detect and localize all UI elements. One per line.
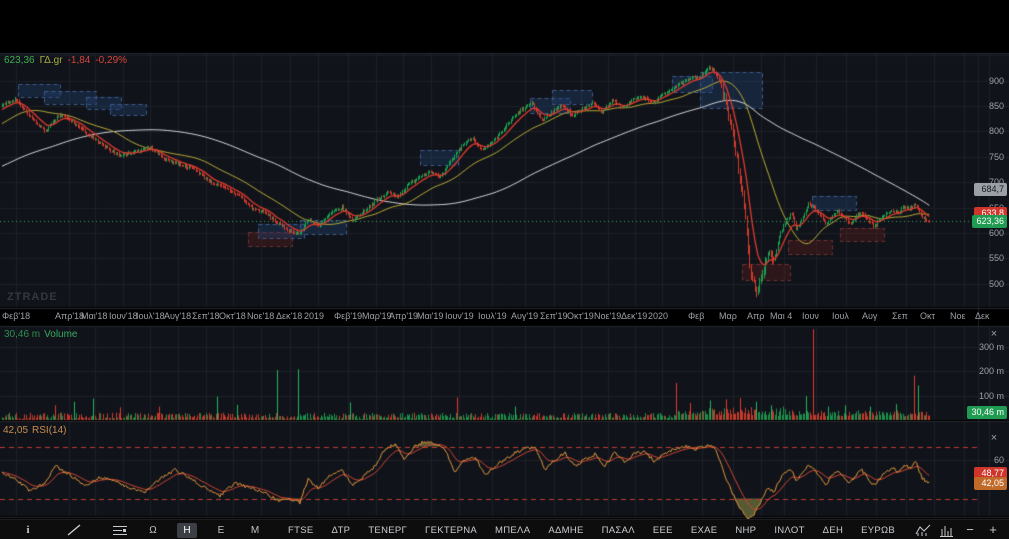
time-tick-label: Απρ [747,311,764,321]
volume-tick-label: 200 m [964,366,1004,376]
indicators-tool[interactable] [110,522,130,538]
time-tick-label: Δεκ'19 [621,311,647,321]
zoom-out-button[interactable]: − [962,522,978,538]
timeframe-E[interactable]: E [211,523,231,538]
volume-tick-label: 300 m [964,342,1004,352]
time-tick-label: Αυγ'18 [164,311,191,321]
instrument-tab-ΓΕΚΤΕΡΝΑ[interactable]: ΓΕΚΤΕΡΝΑ [416,523,486,538]
price-tick-label: 800 [964,126,1004,136]
time-tick-label: Φεβ'18 [2,311,30,321]
volume-pane-close-button[interactable]: × [987,328,1001,340]
rsi-indicator-legend: 42,05 RSI(14) [3,425,66,436]
volume-toggle-button[interactable] [939,523,955,537]
symbol-name[interactable]: ΓΔ.gr [40,55,63,66]
time-tick-label: Οκτ [920,311,935,321]
instrument-tab-ΜΠΕΛΑ[interactable]: ΜΠΕΛΑ [486,523,539,538]
instrument-tab-ΔΤΡ[interactable]: ΔΤΡ [322,523,359,538]
time-tick-label: Οκτ'18 [219,311,246,321]
volume-indicator-name[interactable]: Volume [44,329,77,340]
time-tick-label: Μαι'19 [417,311,443,321]
time-tick-label: Νοε'18 [247,311,274,321]
time-tick-label: Αυγ [862,311,877,321]
instrument-tab-ΠΑΣΑΛ[interactable]: ΠΑΣΑΛ [593,523,644,538]
zoom-in-button[interactable]: + [985,522,1001,538]
rsi-current-value: 42,05 [3,425,28,436]
time-tick-label: Ιουλ [832,311,849,321]
price-change: -1,84 [68,55,91,66]
timeframe-M[interactable]: M [245,523,265,538]
chart-canvas[interactable] [0,0,1009,519]
time-tick-label: 2019 [304,311,324,321]
time-tick-label: 2020 [648,311,668,321]
time-tick-label: Απρ'19 [389,311,418,321]
price-tick-label: 850 [964,101,1004,111]
time-tick-label: Δεκ [975,311,990,321]
price-tick-label: 900 [964,76,1004,86]
time-tick-label: Φεβ'19 [334,311,362,321]
rsi-tick-label: 60 [964,455,1004,465]
volume-value-badge: 30,46 m [967,406,1007,419]
histogram-icon [939,523,955,537]
last-price-badge: 623,36 [972,215,1007,228]
time-tick-label: Νοε'19 [594,311,621,321]
time-tick-label: Σεπ [892,311,908,321]
price-tick-label: 550 [964,253,1004,263]
time-tick-label: Μαι'18 [81,311,107,321]
rsi-value-badge: 42,05 [974,477,1007,490]
instrument-tab-ΝΗΡ[interactable]: ΝΗΡ [726,523,765,538]
rsi-pane-close-button[interactable]: × [987,432,1001,444]
platform-watermark: ZTRADE [7,291,58,303]
scale-mode-button[interactable] [915,523,932,537]
price-change-percent: -0,29% [95,55,127,66]
line-scale-icon [915,523,932,537]
instrument-tab-ΙΝΛΟΤ[interactable]: ΙΝΛΟΤ [765,523,813,538]
trading-terminal: 623,36 ΓΔ.gr -1,84 -0,29% 30,46 m Volume… [0,0,1009,539]
time-tick-label: Φεβ [688,311,704,321]
time-tick-label: Ιουλ'18 [136,311,165,321]
info-icon[interactable]: i [18,522,38,538]
time-tick-label: Δεκ'18 [276,311,302,321]
time-tick-label: Μαι 4 [770,311,792,321]
timeframe-Ω[interactable]: Ω [143,523,163,538]
time-tick-label: Ιουν [802,311,819,321]
time-tick-label: Μαρ'19 [362,311,392,321]
trendline-icon [66,523,82,537]
instrument-tab-ΔΕΗ[interactable]: ΔΕΗ [814,523,852,538]
instrument-tab-ΕΧΑΕ[interactable]: ΕΧΑΕ [682,523,727,538]
instrument-tab-FTSE[interactable]: FTSE [279,523,322,538]
info-glyph: i [26,524,29,536]
time-tick-label: Ιουλ'19 [478,311,507,321]
instrument-tab-ΕΥΡΩΒ[interactable]: ΕΥΡΩΒ [852,523,904,538]
time-tick-label: Σεπ'19 [540,311,568,321]
timeframe-H[interactable]: H [177,523,197,538]
time-tick-label: Σεπ'18 [192,311,220,321]
instrument-tab-ΤΕΝΕΡΓ[interactable]: ΤΕΝΕΡΓ [359,523,416,538]
rsi-indicator-name[interactable]: RSI(14) [32,425,66,436]
time-tick-label: Νοε [950,311,966,321]
trendline-tool[interactable] [64,522,84,538]
instrument-tab-ΕΕΕ[interactable]: ΕΕΕ [644,523,682,538]
ma-value-badge: 684,7 [974,183,1007,196]
time-tick-label: Οκτ'19 [567,311,594,321]
time-tick-label: Ιουν'19 [445,311,474,321]
price-tick-label: 750 [964,152,1004,162]
volume-tick-label: 100 m [964,391,1004,401]
time-tick-label: Αυγ'19 [511,311,538,321]
time-tick-label: Μαρ [719,311,737,321]
volume-current-value: 30,46 m [4,329,40,340]
time-tick-label: Ιουν'18 [109,311,138,321]
instrument-tab-ΑΔΜΗΕ[interactable]: ΑΔΜΗΕ [539,523,592,538]
price-tick-label: 500 [964,279,1004,289]
last-price: 623,36 [4,55,35,66]
indicator-levels-icon [111,523,129,537]
time-tick-label: Απρ'18 [55,311,84,321]
symbol-legend: 623,36 ΓΔ.gr -1,84 -0,29% [4,55,127,66]
volume-indicator-legend: 30,46 m Volume [4,329,78,340]
bottom-toolbar: i ΩHEM FTSEΔΤΡΤΕΝΕΡΓΓΕΚΤΕΡΝΑΜΠΕΛΑΑΔΜΗΕΠΑΣΑ… [0,519,1009,539]
price-tick-label: 600 [964,228,1004,238]
